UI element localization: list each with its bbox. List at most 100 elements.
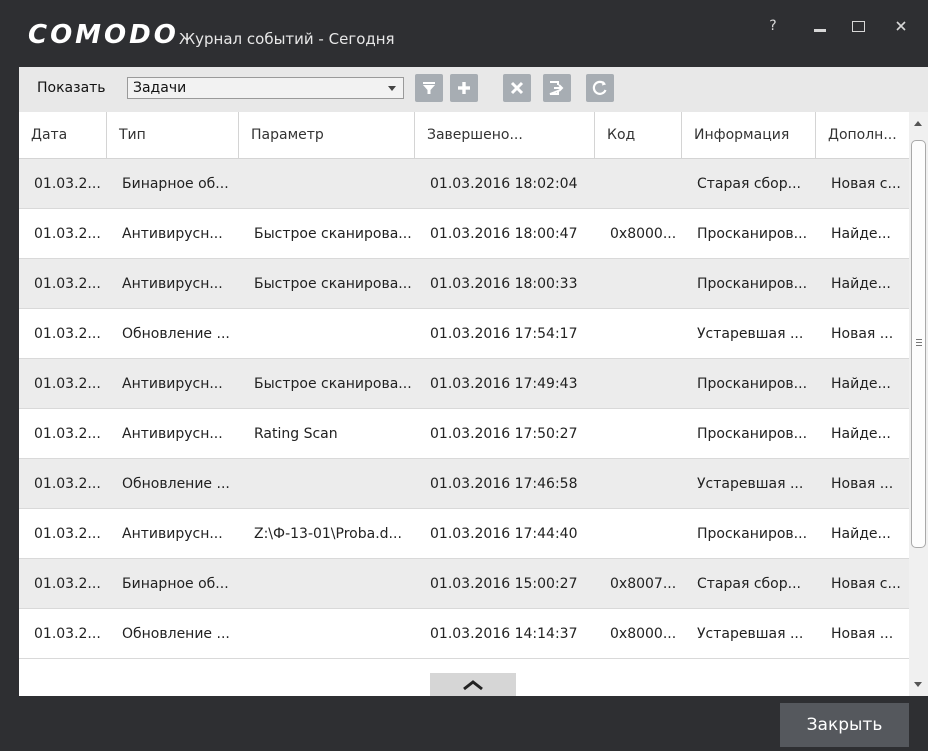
column-header-info[interactable]: Информация: [682, 112, 816, 158]
cell-date: 01.03.2...: [34, 226, 101, 242]
cell-additional: Найде...: [831, 226, 891, 242]
column-header-parameter[interactable]: Параметр: [239, 112, 415, 158]
cell-parameter: [239, 309, 415, 359]
title-bar[interactable]: COMODO Журнал событий - Сегодня ?: [0, 0, 928, 56]
collapse-toolbar-button[interactable]: [430, 673, 516, 696]
filter-dropdown-value: Задачи: [133, 80, 187, 96]
maximize-icon: [851, 20, 865, 32]
cell-additional: Найде...: [831, 276, 891, 292]
column-header-date[interactable]: Дата: [19, 112, 107, 158]
events-table: Дата Тип Параметр Завершено... Код Инфор…: [19, 112, 909, 696]
comodo-logo: COMODO: [28, 20, 179, 50]
cell-info: Устаревшая ...: [697, 326, 804, 342]
scroll-down-icon[interactable]: [914, 682, 922, 687]
cell-parameter: Быстрое сканирова...: [254, 376, 412, 392]
cell-code: [595, 309, 682, 359]
cell-info: Устаревшая ...: [697, 626, 804, 642]
cell-parameter: [239, 609, 415, 659]
cell-date: 01.03.2...: [34, 526, 101, 542]
column-header-additional[interactable]: Дополн...: [816, 112, 909, 158]
cell-completed: 01.03.2016 18:02:04: [430, 176, 578, 192]
filter-icon: [423, 82, 435, 94]
table-row[interactable]: 01.03.2... Обновление ... 01.03.2016 14:…: [19, 609, 909, 659]
cell-type: Бинарное об...: [122, 176, 229, 192]
toolbar: Показать Задачи: [19, 67, 928, 112]
cell-code: [595, 409, 682, 459]
table-row[interactable]: 01.03.2... Обновление ... 01.03.2016 17:…: [19, 309, 909, 359]
close-window-button[interactable]: [884, 14, 918, 38]
cell-info: Просканиров...: [697, 376, 808, 392]
table-row[interactable]: 01.03.2... Антивирусн... Rating Scan 01.…: [19, 409, 909, 459]
close-icon: [896, 21, 906, 31]
minimize-button[interactable]: [806, 14, 834, 38]
cell-date: 01.03.2...: [34, 326, 101, 342]
vertical-scrollbar[interactable]: [909, 112, 928, 696]
cell-completed: 01.03.2016 17:50:27: [430, 426, 578, 442]
table-row[interactable]: 01.03.2... Антивирусн... Быстрое сканиро…: [19, 359, 909, 409]
cell-code: [595, 359, 682, 409]
cell-completed: 01.03.2016 17:54:17: [430, 326, 578, 342]
cell-additional: Новая ...: [831, 626, 894, 642]
refresh-button[interactable]: [586, 74, 614, 102]
scrollbar-thumb[interactable]: [911, 140, 926, 548]
cell-info: Устаревшая ...: [697, 476, 804, 492]
export-icon: [549, 81, 564, 95]
column-header-code[interactable]: Код: [595, 112, 682, 158]
cell-info: Просканиров...: [697, 226, 808, 242]
column-header-type[interactable]: Тип: [107, 112, 239, 158]
table-row[interactable]: 01.03.2... Бинарное об... 01.03.2016 15:…: [19, 559, 909, 609]
delete-button[interactable]: [503, 74, 531, 102]
cell-type: Антивирусн...: [122, 526, 223, 542]
table-row[interactable]: 01.03.2... Бинарное об... 01.03.2016 18:…: [19, 159, 909, 209]
cell-info: Просканиров...: [697, 426, 808, 442]
cell-completed: 01.03.2016 18:00:47: [430, 226, 578, 242]
cell-type: Антивирусн...: [122, 226, 223, 242]
filter-dropdown[interactable]: Задачи: [127, 77, 404, 99]
cell-code: [595, 159, 682, 209]
help-button[interactable]: ?: [760, 14, 786, 38]
column-header-completed[interactable]: Завершено...: [415, 112, 595, 158]
maximize-button[interactable]: [842, 14, 874, 38]
cell-type: Обновление ...: [122, 476, 230, 492]
window-title: Журнал событий - Сегодня: [179, 30, 395, 48]
plus-icon: [458, 82, 470, 94]
close-button[interactable]: Закрыть: [780, 703, 909, 747]
cell-type: Антивирусн...: [122, 376, 223, 392]
cell-date: 01.03.2...: [34, 426, 101, 442]
cell-parameter: Z:\Ф-13-01\Proba.d...: [254, 526, 402, 542]
add-button[interactable]: [450, 74, 478, 102]
cell-completed: 01.03.2016 15:00:27: [430, 576, 578, 592]
grip-line: [916, 342, 922, 343]
cell-type: Антивирусн...: [122, 426, 223, 442]
chevron-up-icon: [463, 679, 483, 690]
cell-info: Просканиров...: [697, 276, 808, 292]
cell-code: [595, 509, 682, 559]
table-row[interactable]: 01.03.2... Обновление ... 01.03.2016 17:…: [19, 459, 909, 509]
event-log-window: COMODO Журнал событий - Сегодня ? Показа…: [0, 0, 928, 751]
chevron-down-icon: [384, 81, 400, 95]
filter-button[interactable]: [415, 74, 443, 102]
cell-info: Старая сбор...: [697, 176, 801, 192]
cell-code: 0x8000...: [610, 226, 677, 242]
table-row[interactable]: 01.03.2... Антивирусн... Быстрое сканиро…: [19, 259, 909, 309]
cell-parameter: Быстрое сканирова...: [254, 226, 412, 242]
cell-info: Просканиров...: [697, 526, 808, 542]
cell-parameter: [239, 159, 415, 209]
minimize-icon: [814, 28, 826, 32]
cell-code: 0x8000...: [610, 626, 677, 642]
cell-parameter: [239, 459, 415, 509]
cell-additional: Новая ...: [831, 326, 894, 342]
cell-completed: 01.03.2016 14:14:37: [430, 626, 578, 642]
cell-type: Антивирусн...: [122, 276, 223, 292]
refresh-icon: [592, 80, 607, 95]
cell-additional: Найде...: [831, 426, 891, 442]
table-row[interactable]: 01.03.2... Антивирусн... Z:\Ф-13-01\Prob…: [19, 509, 909, 559]
cell-additional: Новая с...: [831, 176, 901, 192]
export-button[interactable]: [543, 74, 571, 102]
scroll-up-icon[interactable]: [914, 121, 922, 126]
table-row[interactable]: 01.03.2... Антивирусн... Быстрое сканиро…: [19, 209, 909, 259]
cell-additional: Новая с...: [831, 576, 901, 592]
cell-completed: 01.03.2016 17:46:58: [430, 476, 578, 492]
cell-info: Старая сбор...: [697, 576, 801, 592]
cell-parameter: Rating Scan: [254, 426, 338, 442]
